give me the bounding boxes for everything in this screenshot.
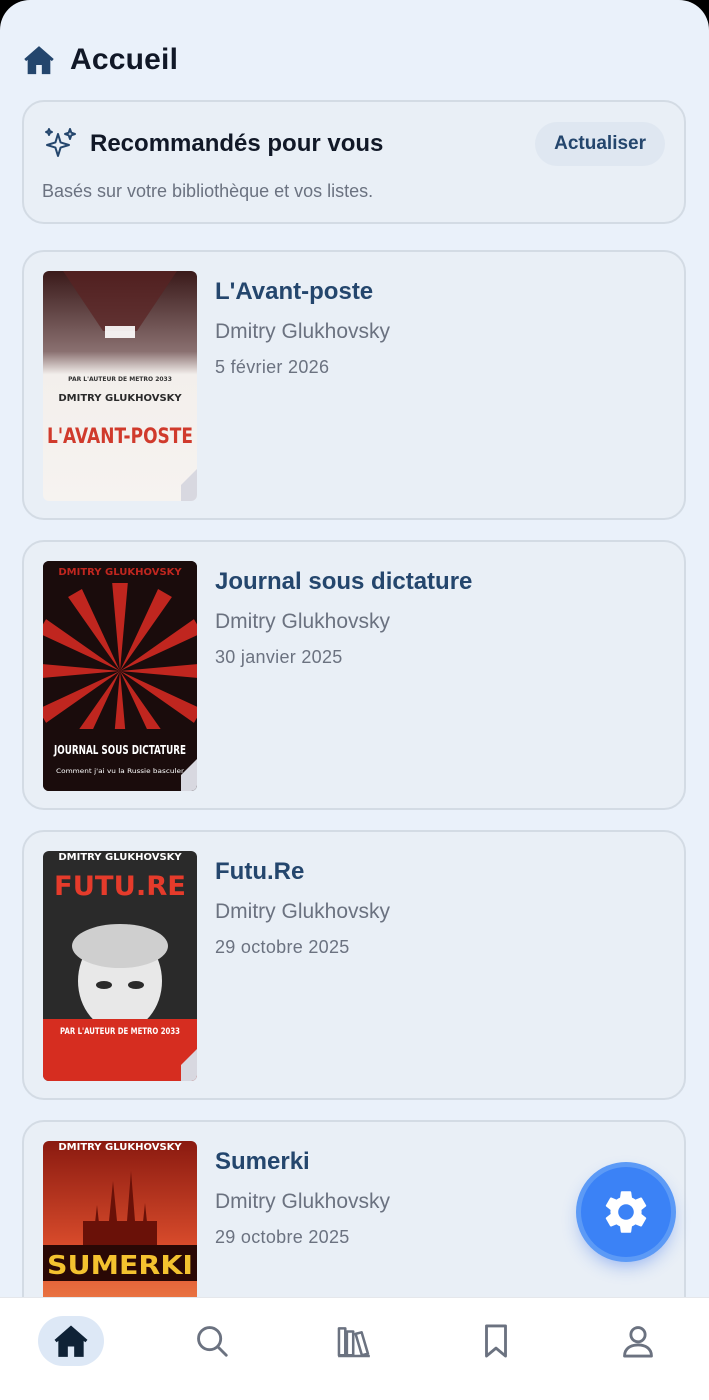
cover-title: L'AVANT-POSTE [47,424,193,448]
book-author: Dmitry Glukhovsky [215,320,391,343]
book-card[interactable]: PAR L'AUTEUR DE METRO 2033 DMITRY GLUKHO… [22,250,686,520]
book-cover: DMITRY GLUKHOVSKY FUTU.RE PAR L'AUTEUR D… [43,851,197,1081]
recommendations-title: Recommandés pour vous [90,130,384,157]
settings-fab[interactable] [581,1167,671,1257]
book-cover: PAR L'AUTEUR DE METRO 2033 DMITRY GLUKHO… [43,271,197,501]
home-screen: Accueil Recommandés pour vous Actualiser… [0,0,709,1400]
bookmark-icon [477,1322,515,1360]
book-date: 29 octobre 2025 [215,1227,350,1247]
book-author: Dmitry Glukhovsky [215,1190,391,1213]
book-card[interactable]: DMITRY GLUKHOVSKY FUTU.RE PAR L'AUTEUR D… [22,830,686,1100]
cover-title: FUTU.RE [54,871,186,902]
cover-author: DMITRY GLUKHOVSKY [58,393,182,404]
cover-tagline: Comment j'ai vu la Russie basculer [56,767,184,775]
book-title[interactable]: Futu.Re [215,858,304,886]
user-icon [619,1322,657,1360]
nav-library[interactable] [321,1316,387,1366]
search-icon [193,1322,231,1360]
nav-bookmarks[interactable] [463,1316,529,1366]
book-cover: DMITRY GLUKHOVSKY JOURNAL SOUS DICTATURE… [43,561,197,791]
cover-title: JOURNAL SOUS DICTATURE [53,742,186,757]
book-title[interactable]: Sumerki [215,1148,310,1176]
book-date: 29 octobre 2025 [215,937,350,957]
cover-author: DMITRY GLUKHOVSKY [58,852,182,863]
book-card[interactable]: DMITRY GLUKHOVSKY JOURNAL SOUS DICTATURE… [22,540,686,810]
home-icon [52,1322,90,1360]
book-author: Dmitry Glukhovsky [215,610,391,633]
nav-search[interactable] [179,1316,245,1366]
recommendations-subtitle: Basés sur votre bibliothèque et vos list… [42,181,374,201]
sparkles-icon [42,126,78,162]
cover-author: DMITRY GLUKHOVSKY [58,1142,182,1153]
nav-profile[interactable] [605,1316,671,1366]
book-date: 30 janvier 2025 [215,647,343,667]
book-author: Dmitry Glukhovsky [215,900,391,923]
library-icon [335,1322,373,1360]
refresh-button[interactable]: Actualiser [535,122,665,166]
gear-icon [600,1186,652,1238]
cover-title: SUMERKI [47,1251,193,1281]
book-title[interactable]: Journal sous dictature [215,568,472,596]
book-date: 5 février 2026 [215,357,330,377]
recommendations-card: Recommandés pour vous Actualiser Basés s… [22,100,686,224]
book-title[interactable]: L'Avant-poste [215,278,373,306]
cover-author: DMITRY GLUKHOVSKY [58,567,182,578]
bottom-nav [0,1297,709,1400]
home-icon [22,43,56,77]
cover-tagline: PAR L'AUTEUR DE METRO 2033 [68,376,172,383]
page-title: Accueil [70,43,179,76]
nav-home[interactable] [38,1316,104,1366]
cover-tagline: PAR L'AUTEUR DE METRO 2033 [60,1027,180,1037]
page-header: Accueil [22,38,178,82]
